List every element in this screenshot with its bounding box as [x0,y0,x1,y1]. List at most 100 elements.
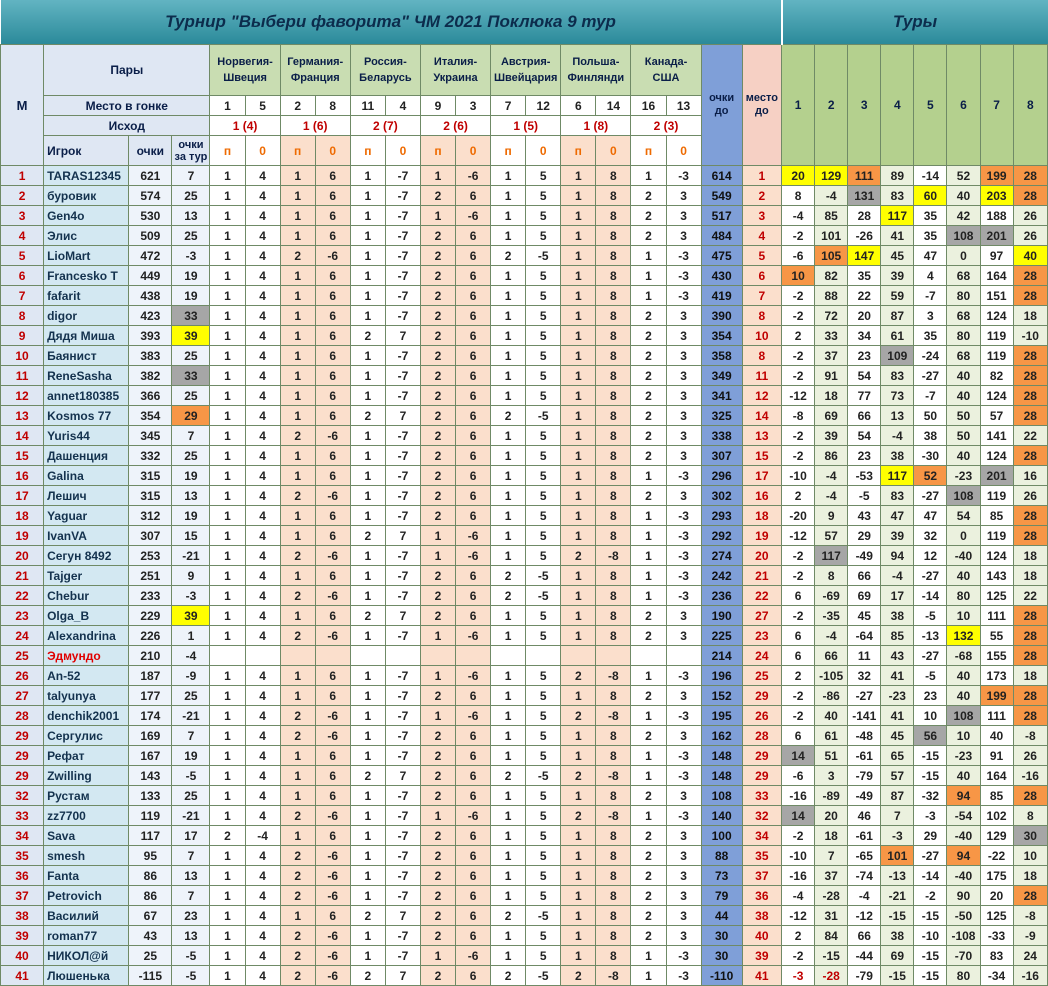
pick-cell: 2 [209,825,246,846]
tour-cell: 40 [1012,245,1048,266]
pick-cell: 1 [560,205,597,226]
tour-cell: 0 [946,245,981,266]
pick-cell: -8 [595,765,632,786]
tour-cell: 117 [880,465,915,486]
pick-cell: 6 [455,785,492,806]
pick-cell: 1 [209,885,246,906]
tour-cell: 28 [1012,445,1048,466]
pick-cell: 4 [244,325,281,346]
pick-cell: 2 [349,905,386,926]
table-row: 6 Francesko T 449 19 1 4 1 6 1 -7 2 6 1 5 1 8 1 -3 430 6 10 8… [0,265,1048,286]
tour-cell: -2 [781,365,816,386]
pick-cell: -6 [314,625,351,646]
player-name: Yuris44 [43,425,130,446]
pick-cell: 8 [595,905,632,926]
points-before-cell: 302 [700,485,743,506]
tour-cell: -24 [913,345,948,366]
tour-points-cell: 25 [171,445,211,466]
pick-cell: 1 [560,625,597,646]
place-before-cell: 32 [741,805,783,826]
pick-cell: 8 [595,725,632,746]
tour-cell: -26 [847,225,882,246]
pick-cell: 4 [244,445,281,466]
pick-cell: 1 [560,285,597,306]
rank-cell: 24 [0,625,45,646]
place-before-cell: 24 [741,645,783,666]
tour-cell: 12 [913,545,948,566]
pick-cell: 2 [419,325,457,346]
pick-cell: 1 [490,785,527,806]
place-before-cell: 22 [741,585,783,606]
tour-cell: -2 [781,685,816,706]
rank-cell: 14 [0,425,45,446]
place-before-cell: 26 [741,705,783,726]
tour-cell: 132 [946,625,981,646]
pick-cell: 3 [665,205,702,226]
pick-cell: -6 [455,665,492,686]
pick-cell: 2 [630,445,667,466]
pick-cell: -7 [384,385,421,406]
tour-cell: 40 [946,385,981,406]
pick-cell: 4 [244,665,281,686]
tour-cell: 84 [814,925,849,946]
pick-cell: 8 [595,225,632,246]
tour-cell: 83 [880,185,915,206]
tour-cell: -2 [781,945,816,966]
pick-cell: 2 [490,905,527,926]
pick-cell: 8 [595,525,632,546]
race-place-cell: 12 [525,95,562,116]
tour-cell: -6 [781,245,816,266]
pick-cell: -3 [665,765,702,786]
pick-cell: 1 [560,445,597,466]
pick-cell: 2 [630,825,667,846]
race-place-cell: 13 [665,95,702,116]
tour-cell: 164 [979,765,1014,786]
tour-cell: 94 [880,545,915,566]
tour-cell: 31 [814,905,849,926]
tour-cell: 28 [1012,505,1048,526]
points-cell: 621 [128,165,173,186]
race-place-cell: 16 [630,95,667,116]
points-before-cell: 296 [700,465,743,486]
tour-cell: -44 [847,945,882,966]
pick-cell: 5 [525,685,562,706]
points-cell: 117 [128,825,173,846]
pick-cell: 6 [314,365,351,386]
tour-cell: 54 [946,505,981,526]
tour-cell: 39 [880,265,915,286]
points-cell: 174 [128,705,173,726]
pick-cell: 1 [209,525,246,546]
tour-points-cell: 25 [171,345,211,366]
place-before-cell: 12 [741,385,783,406]
place-before-cell: 4 [741,225,783,246]
tour-points-cell: 9 [171,565,211,586]
pick-cell: 1 [349,585,386,606]
points-before-cell: 354 [700,325,743,346]
rank-cell: 36 [0,865,45,886]
tour-cell: 124 [979,385,1014,406]
tour-points-cell: 15 [171,525,211,546]
tour-cell: 119 [979,525,1014,546]
tour-cell: -15 [913,905,948,926]
place-before-cell: 40 [741,925,783,946]
tour-cell: -3 [880,825,915,846]
pick-cell: 1 [349,825,386,846]
tour-cell: -27 [913,565,948,586]
pick-cell: 4 [244,465,281,486]
tour-cell: 28 [1012,185,1048,206]
pick-cell: 4 [244,545,281,566]
tour-cell: -4 [814,185,849,206]
pick-cell: 6 [455,765,492,786]
pick-cell: 6 [455,745,492,766]
place-before-cell: 25 [741,665,783,686]
tour-cell: 109 [880,345,915,366]
tour-points-cell: -5 [171,965,211,986]
tour-cell: 40 [946,665,981,686]
pick-cell: 2 [419,265,457,286]
pick-cell: -5 [525,965,562,986]
pick-cell: 6 [314,165,351,186]
pick-cell: -7 [384,185,421,206]
pick-header: 0 [455,135,492,166]
pick-cell: -3 [665,505,702,526]
pick-cell: 8 [595,385,632,406]
